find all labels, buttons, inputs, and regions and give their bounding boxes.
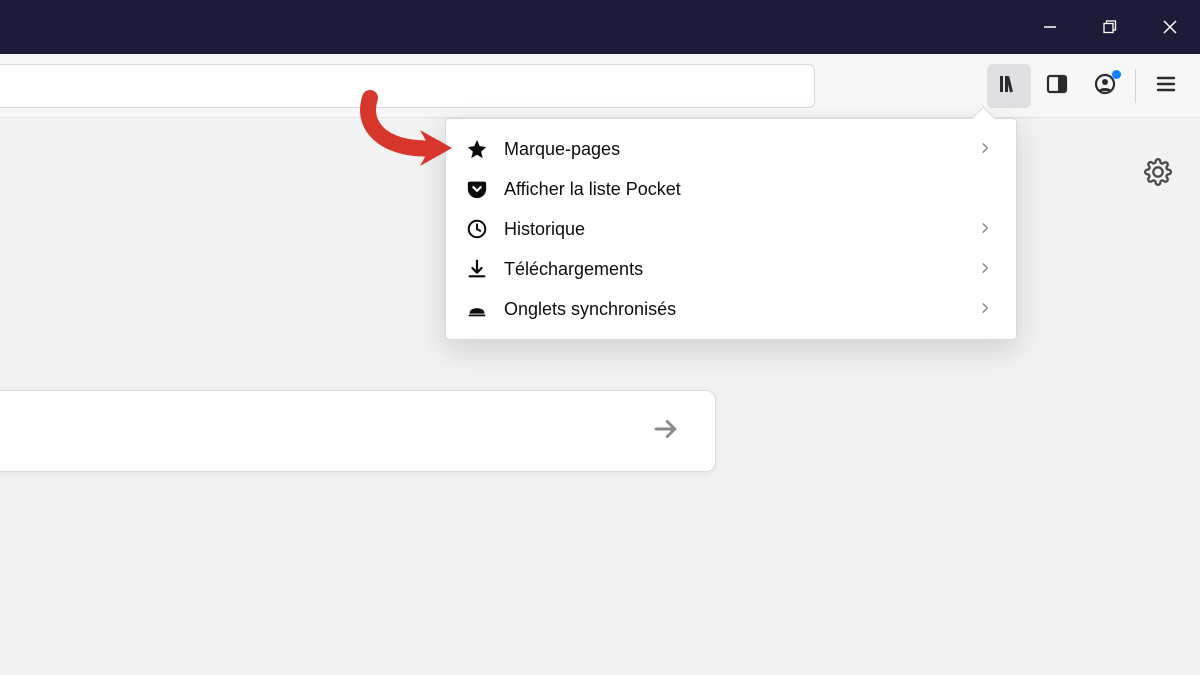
arrow-right-icon (651, 414, 681, 449)
toolbar-right-group (987, 54, 1188, 118)
window-close-button[interactable] (1140, 0, 1200, 54)
star-icon (462, 138, 492, 160)
menu-item-downloads[interactable]: Téléchargements (446, 249, 1016, 289)
chevron-right-icon (978, 139, 992, 160)
clock-icon (462, 218, 492, 240)
window-minimize-button[interactable] (1020, 0, 1080, 54)
library-button[interactable] (987, 64, 1031, 108)
library-icon (997, 72, 1021, 101)
url-bar[interactable] (0, 64, 815, 108)
menu-item-label: Marque-pages (504, 139, 978, 160)
menu-item-pocket[interactable]: Afficher la liste Pocket (446, 169, 1016, 209)
pocket-icon (462, 178, 492, 200)
browser-toolbar (0, 54, 1200, 118)
hamburger-icon (1155, 73, 1177, 100)
menu-item-label: Onglets synchronisés (504, 299, 978, 320)
chevron-right-icon (978, 259, 992, 280)
toolbar-divider (1135, 69, 1136, 103)
window-restore-button[interactable] (1080, 0, 1140, 54)
menu-item-label: Téléchargements (504, 259, 978, 280)
sidebar-button[interactable] (1035, 64, 1079, 108)
hamburger-menu-button[interactable] (1144, 64, 1188, 108)
gear-icon (1144, 173, 1172, 190)
page-settings-button[interactable] (1144, 158, 1172, 191)
library-menu-panel: Marque-pages Afficher la liste Pocket Hi… (445, 118, 1017, 340)
menu-item-label: Afficher la liste Pocket (504, 179, 992, 200)
tabs-icon (462, 298, 492, 320)
sidebar-icon (1045, 72, 1069, 101)
notification-dot (1112, 70, 1121, 79)
menu-item-label: Historique (504, 219, 978, 240)
menu-item-synced-tabs[interactable]: Onglets synchronisés (446, 289, 1016, 329)
account-button[interactable] (1083, 64, 1127, 108)
chevron-right-icon (978, 219, 992, 240)
newtab-search-box[interactable] (0, 390, 716, 472)
menu-item-bookmarks[interactable]: Marque-pages (446, 129, 1016, 169)
window-titlebar (0, 0, 1200, 54)
download-icon (462, 258, 492, 280)
chevron-right-icon (978, 299, 992, 320)
menu-item-history[interactable]: Historique (446, 209, 1016, 249)
